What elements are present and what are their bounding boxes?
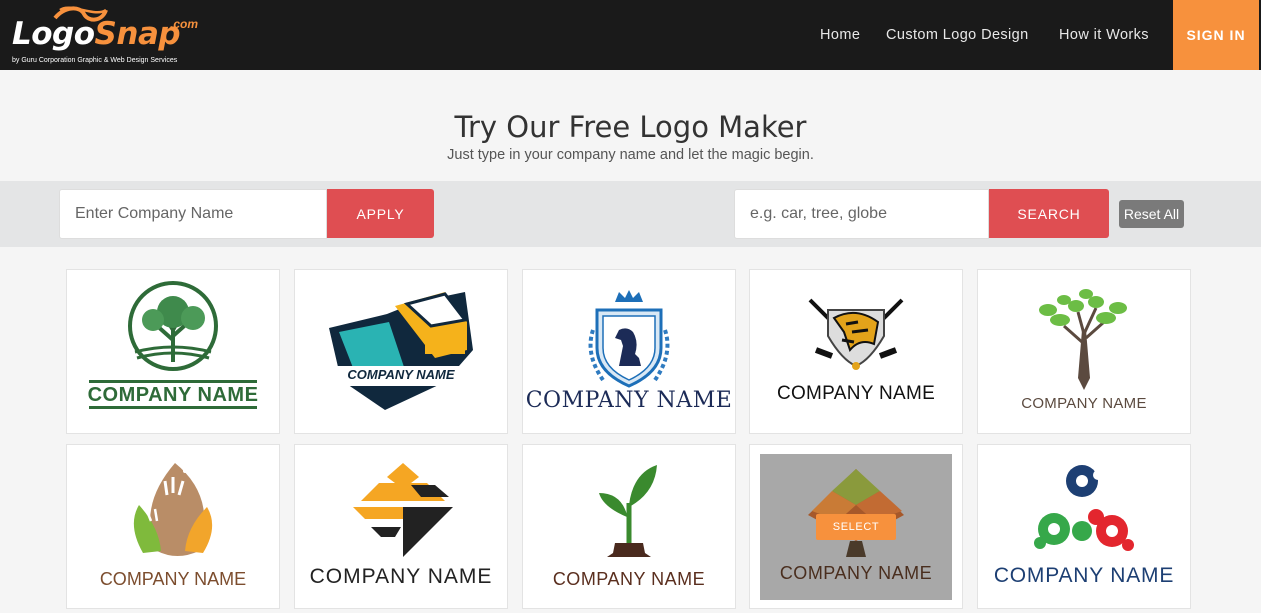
nav-home[interactable]: Home [820,27,860,43]
company-name-text: COMPANY NAME [779,563,933,583]
top-navbar: LogoSnap .com by Guru Corporation Graphi… [0,0,1261,70]
page-subtitle: Just type in your company name and let t… [447,147,814,163]
company-name-text: COMPANY NAME [776,383,936,404]
company-name-text: COMPANY NAME [347,367,455,382]
apply-button[interactable]: APPLY [327,189,434,238]
company-name-text: COMPANY NAME [525,388,733,413]
logo-card[interactable]: COMPANY NAME [522,269,736,434]
nav-how-it-works[interactable]: How it Works [1059,27,1149,43]
logo-dotcom: .com [170,17,199,31]
logo-card[interactable]: COMPANY NAME [294,444,508,609]
tree-circle-icon [89,281,257,409]
logo-wordmark: LogoSnap [12,16,181,52]
logo-card[interactable]: COMPANY NAME [66,444,280,609]
logo-card[interactable]: COMPANY NAME [294,269,508,434]
select-button[interactable]: SELECT [816,514,896,540]
logo-card[interactable]: COMPANY NAME [977,444,1191,609]
company-name-input[interactable] [59,189,327,239]
company-name-text: COMPANY NAME [87,384,259,406]
sign-in-button[interactable]: SIGN IN [1173,0,1259,70]
company-name-text: COMPANY NAME [99,569,247,589]
logo-card[interactable]: COMPANY NAME [522,444,736,609]
search-button[interactable]: SEARCH [989,189,1109,238]
company-name-text: COMPANY NAME [993,564,1175,587]
bus-shield-icon [327,292,473,410]
company-name-text: COMPANY NAME [309,565,493,588]
reset-all-button[interactable]: Reset All [1119,200,1184,228]
logo-tagline: by Guru Corporation Graphic & Web Design… [12,57,178,64]
logo-card[interactable]: COMPANY NAME [749,269,963,434]
company-name-text: COMPANY NAME [552,569,706,589]
logo-card-hovered[interactable]: SELECT COMPANY NAME [749,444,963,609]
eagle-hockey-sticks-icon [808,298,904,370]
nav-custom-logo-design[interactable]: Custom Logo Design [886,27,1029,43]
logo-card[interactable]: COMPANY NAME [66,269,280,434]
page-title: Try Our Free Logo Maker [454,110,807,144]
company-name-text: COMPANY NAME [1021,395,1147,412]
keyword-search-input[interactable] [734,189,989,239]
logo-card[interactable]: COMPANY NAME [977,269,1191,434]
site-logo[interactable]: LogoSnap .com by Guru Corporation Graphi… [10,4,200,68]
